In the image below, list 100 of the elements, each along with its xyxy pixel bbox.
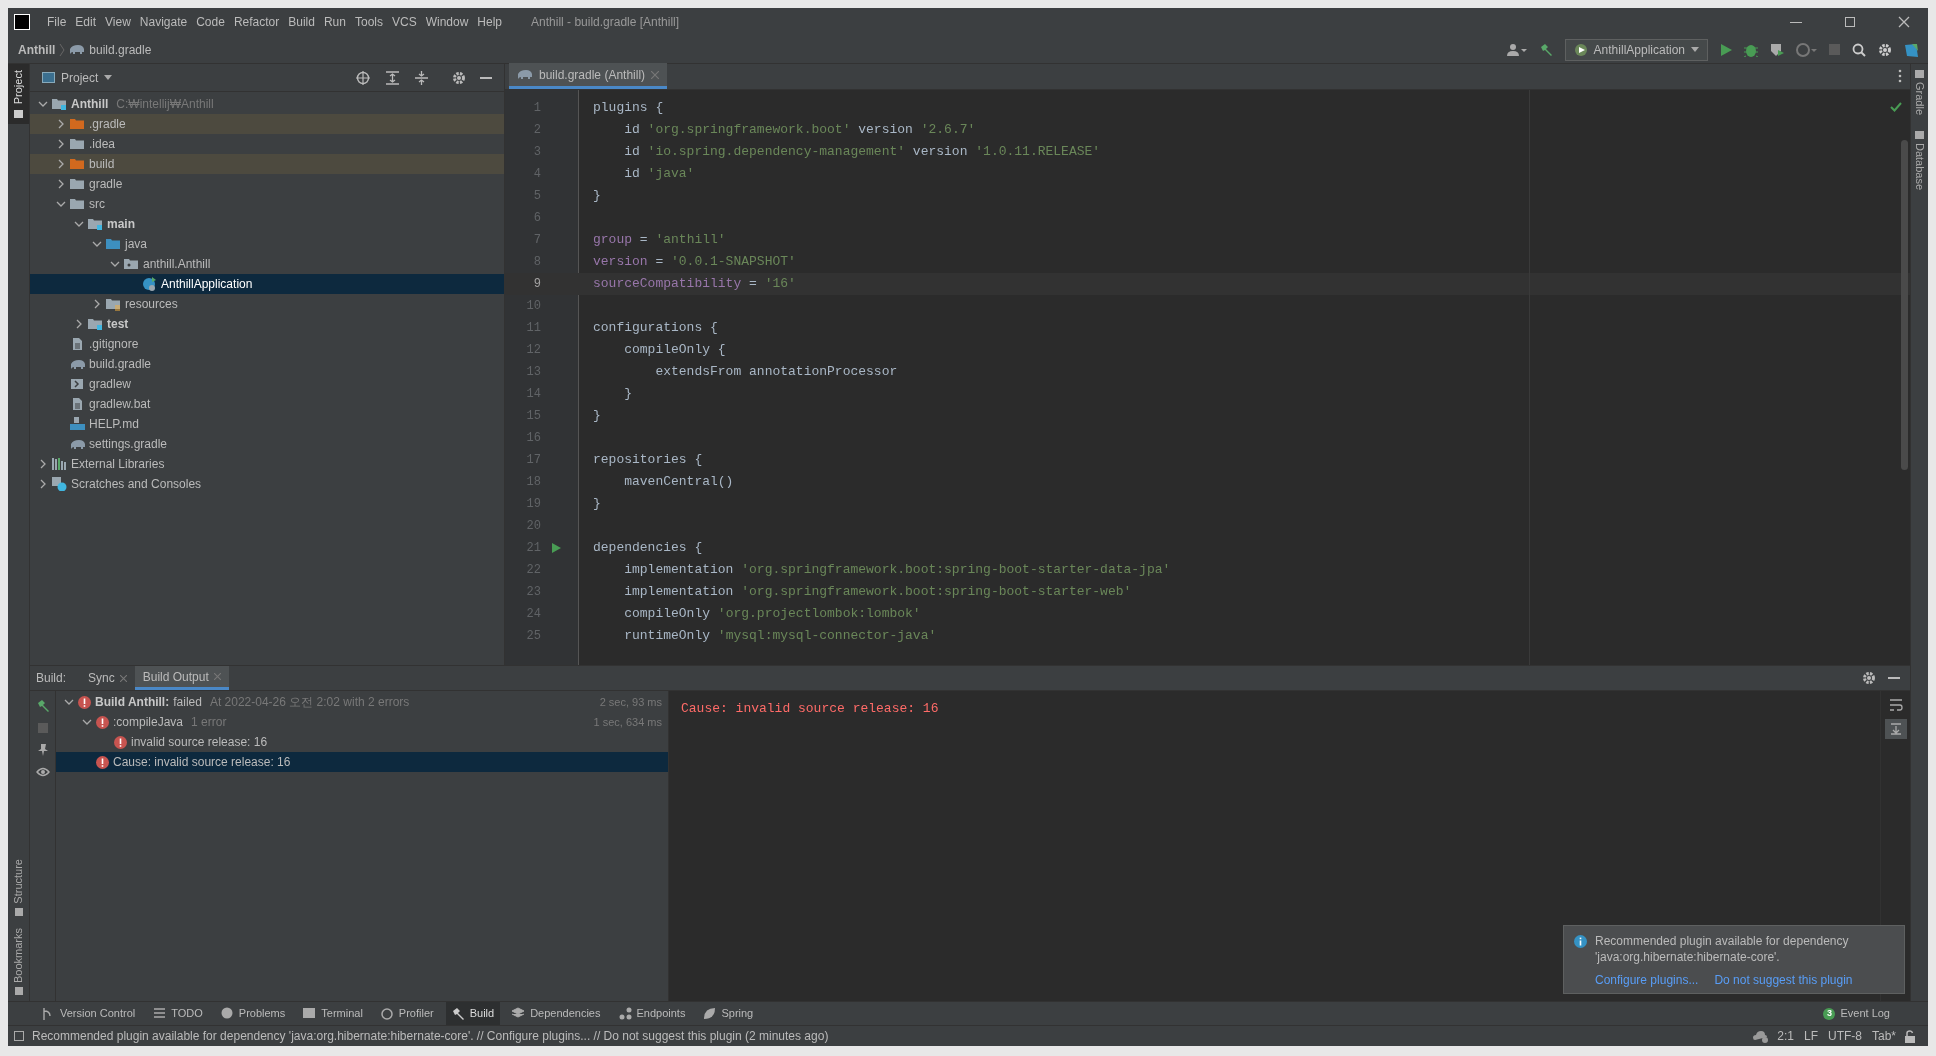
hammer-icon[interactable] xyxy=(35,699,50,713)
tree-item[interactable]: External Libraries xyxy=(30,454,504,474)
code-text: } xyxy=(593,407,601,426)
status-item[interactable]: 2:1 xyxy=(1777,1027,1794,1045)
more-icon[interactable] xyxy=(1898,69,1902,83)
plugin-icon[interactable] xyxy=(1904,42,1918,57)
tree-item[interactable]: AnthillApplication xyxy=(30,274,504,294)
tree-item[interactable]: settings.gradle xyxy=(30,434,504,454)
tool-window-button[interactable]: Spring xyxy=(697,1002,760,1025)
run-icon[interactable] xyxy=(551,542,561,554)
profiler-icon[interactable] xyxy=(1796,42,1817,57)
tool-window-button[interactable]: Dependencies xyxy=(506,1002,607,1025)
tree-item[interactable]: .gitignore xyxy=(30,334,504,354)
tool-window-button[interactable]: Problems xyxy=(214,1002,292,1025)
tree-item[interactable]: gradle xyxy=(30,174,504,194)
menu-item[interactable]: Code xyxy=(192,13,229,31)
scrollbar-thumb[interactable] xyxy=(1901,140,1908,470)
menu-item[interactable]: View xyxy=(101,13,135,31)
restore-icon[interactable] xyxy=(1845,17,1855,27)
breadcrumb-item[interactable]: Anthill xyxy=(18,40,56,59)
tool-window-tab[interactable]: Database xyxy=(1911,143,1928,191)
menu-item[interactable]: Build xyxy=(284,13,319,31)
scroll-to-end-button[interactable] xyxy=(1884,719,1907,739)
hammer-icon[interactable] xyxy=(1538,42,1553,57)
eye-icon[interactable] xyxy=(35,767,50,777)
notification-link[interactable]: Configure plugins... xyxy=(1595,971,1699,989)
menu-item[interactable]: File xyxy=(43,13,71,31)
tool-window-tab[interactable]: Gradle xyxy=(1911,82,1928,116)
minimize-icon[interactable] xyxy=(1790,21,1802,23)
run-icon[interactable] xyxy=(1720,42,1732,57)
user-icon[interactable] xyxy=(1506,43,1527,56)
tree-item[interactable]: Anthill C:₩intellij₩Anthill xyxy=(30,94,504,114)
tree-item[interactable]: gradlew xyxy=(30,374,504,394)
tree-item[interactable]: build.gradle xyxy=(30,354,504,374)
tool-window-tab[interactable]: Bookmarks xyxy=(10,927,27,983)
event-log-button[interactable]: 3 Event Log xyxy=(1823,1005,1890,1022)
editor-tab[interactable]: build.gradle (Anthill) xyxy=(509,63,668,89)
locate-icon[interactable] xyxy=(356,70,370,85)
close-icon[interactable] xyxy=(1898,16,1910,28)
tool-window-button[interactable]: TODO xyxy=(147,1002,209,1025)
settings-icon[interactable] xyxy=(1862,671,1876,685)
panel-tab[interactable]: Sync xyxy=(80,666,135,690)
error-icon xyxy=(114,735,127,749)
menu-item[interactable]: Navigate xyxy=(135,13,192,31)
build-tree-item[interactable]: :compileJava 1 error 1 sec, 634 ms xyxy=(56,712,668,732)
menu-item[interactable]: Run xyxy=(319,13,350,31)
lock-icon[interactable] xyxy=(1904,1029,1916,1043)
tree-item[interactable]: Scratches and Consoles xyxy=(30,474,504,494)
menu-item[interactable]: Edit xyxy=(71,13,101,31)
tree-item[interactable]: test xyxy=(30,314,504,334)
status-message[interactable]: Recommended plugin available for dependency 'java:org.hibernate:hibernate-core'. // Configure plugins... // Do not suggest this plugin (2 minutes ago) xyxy=(32,1027,829,1045)
tree-item[interactable]: resources xyxy=(30,294,504,314)
tool-window-tab[interactable]: Structure xyxy=(10,859,27,904)
menu-item[interactable]: VCS xyxy=(387,13,421,31)
status-item[interactable]: Tab* xyxy=(1871,1027,1896,1045)
build-tree-item[interactable]: Cause: invalid source release: 16 xyxy=(56,752,668,772)
tool-window-button[interactable]: Terminal xyxy=(297,1002,369,1025)
tool-window-button[interactable]: Build xyxy=(445,1002,501,1025)
resources-folder-icon xyxy=(106,297,121,311)
bug-icon[interactable] xyxy=(1744,42,1758,57)
cloud-settings-icon[interactable] xyxy=(1753,1029,1770,1043)
settings-icon[interactable] xyxy=(1878,42,1892,57)
tree-item[interactable]: java xyxy=(30,234,504,254)
menu-item[interactable]: Refactor xyxy=(229,13,284,31)
menu-item[interactable]: Tools xyxy=(350,13,387,31)
package-icon xyxy=(124,257,139,271)
run-config-dropdown[interactable]: AnthillApplication xyxy=(1564,38,1708,61)
menu-item[interactable]: Help xyxy=(473,13,507,31)
panel-label: Build: xyxy=(36,670,67,687)
tree-item[interactable]: build xyxy=(30,154,504,174)
build-tree-item[interactable]: invalid source release: 16 xyxy=(56,732,668,752)
panel-title[interactable]: Project xyxy=(61,68,99,87)
minimize-panel-icon[interactable] xyxy=(480,76,492,79)
breadcrumb-item[interactable]: build.gradle xyxy=(89,40,152,59)
collapse-all-icon[interactable] xyxy=(415,70,428,85)
status-toggle-icon[interactable] xyxy=(14,1031,24,1041)
tree-item[interactable]: src xyxy=(30,194,504,214)
soft-wrap-icon[interactable] xyxy=(1888,699,1903,711)
tool-window-button[interactable]: Profiler xyxy=(374,1002,440,1025)
tree-item[interactable]: anthill.Anthill xyxy=(30,254,504,274)
tool-window-button[interactable]: Version Control xyxy=(36,1002,142,1025)
shield-icon[interactable] xyxy=(1770,42,1784,57)
tree-item[interactable]: HELP.md xyxy=(30,414,504,434)
expand-all-icon[interactable] xyxy=(386,70,399,85)
settings-icon[interactable] xyxy=(452,70,466,85)
status-item[interactable]: LF xyxy=(1803,1027,1818,1045)
search-icon[interactable] xyxy=(1852,42,1866,57)
dropdown-caret-icon[interactable] xyxy=(104,75,113,80)
panel-tab[interactable]: Build Output xyxy=(134,666,229,690)
tree-item[interactable]: .gradle xyxy=(30,114,504,134)
tree-item[interactable]: .idea xyxy=(30,134,504,154)
pin-icon[interactable] xyxy=(36,743,49,757)
build-tree-item[interactable]: Build Anthill: failed At 2022-04-26 오전 2:02 with 2 errors 2 sec, 93 ms xyxy=(56,692,668,712)
tree-item[interactable]: gradlew.bat xyxy=(30,394,504,414)
menu-item[interactable]: Window xyxy=(421,13,473,31)
code-text: sourceCompatibility = '16' xyxy=(593,275,796,294)
status-item[interactable]: UTF-8 xyxy=(1827,1027,1862,1045)
notification-link[interactable]: Do not suggest this plugin xyxy=(1714,971,1853,989)
tool-window-button[interactable]: Endpoints xyxy=(612,1002,692,1025)
tree-item[interactable]: main xyxy=(30,214,504,234)
